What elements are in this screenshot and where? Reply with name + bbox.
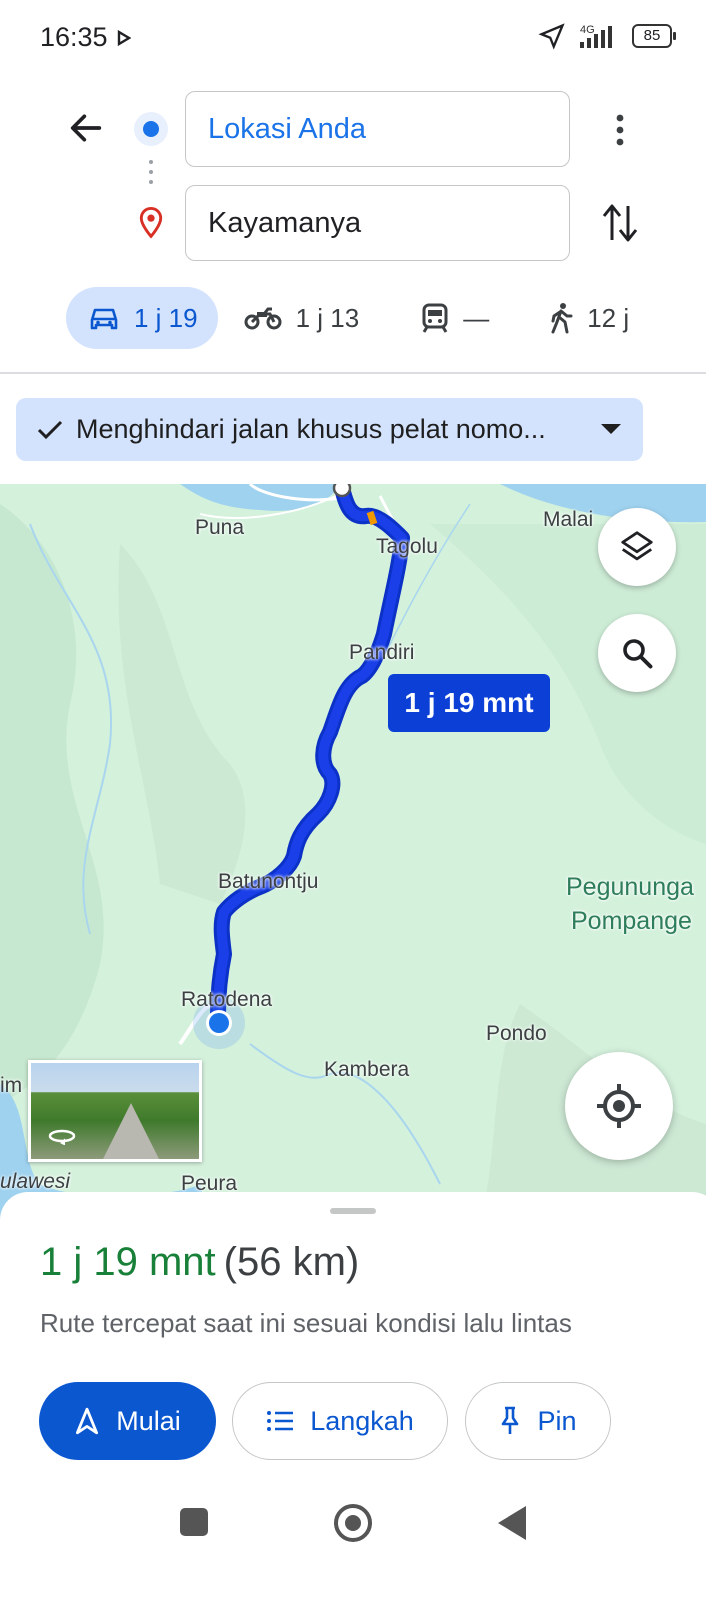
more-options-icon[interactable]: [608, 110, 632, 150]
origin-dot-icon: [134, 112, 168, 146]
street-view-thumbnail[interactable]: [28, 1060, 202, 1162]
list-icon: [267, 1411, 294, 1431]
recent-apps-button[interactable]: [180, 1508, 208, 1536]
mode-motorcycle[interactable]: 1 j 13: [244, 287, 360, 349]
check-icon: [37, 420, 63, 439]
route-distance: (56 km): [223, 1240, 360, 1284]
place-label: Puna: [195, 516, 245, 539]
mode-walk[interactable]: 12 j: [549, 287, 629, 349]
car-icon: [90, 308, 118, 330]
system-back-button[interactable]: [498, 1506, 526, 1540]
my-location-button[interactable]: [565, 1052, 673, 1160]
dropdown-caret-icon: [601, 424, 621, 434]
place-label: Pondo: [486, 1022, 547, 1045]
status-time: 16:35: [40, 22, 108, 52]
sheet-drag-handle[interactable]: [330, 1208, 376, 1214]
origin-field[interactable]: Lokasi Anda: [185, 91, 570, 167]
system-nav-bar: [0, 1490, 720, 1600]
mode-transit-label: —: [463, 302, 490, 333]
home-button[interactable]: [334, 1504, 372, 1542]
header-divider: [0, 372, 706, 374]
search-icon: [623, 639, 653, 669]
place-label: Tagolu: [376, 535, 438, 558]
train-icon: [422, 303, 448, 333]
mode-walk-label: 12 j: [587, 302, 630, 333]
pin-icon: [502, 1406, 519, 1434]
search-along-route-button[interactable]: [598, 614, 676, 692]
place-label: Pandiri: [349, 641, 415, 664]
place-label: Ratodena: [181, 988, 273, 1011]
swap-icon[interactable]: [600, 200, 640, 246]
mode-motorcycle-label: 1 j 13: [295, 302, 360, 333]
route-duration: 1 j 19 mnt: [40, 1240, 216, 1284]
destination-pin-icon: [139, 206, 163, 239]
route-options-chip[interactable]: Menghindari jalan khusus pelat nomo...: [16, 398, 643, 461]
mode-car[interactable]: 1 j 19: [66, 287, 218, 349]
pin-label: Pin: [537, 1405, 577, 1436]
place-label: im: [0, 1074, 23, 1097]
svg-text:4G: 4G: [580, 24, 595, 36]
crosshair-icon: [597, 1084, 641, 1128]
place-label: Kambera: [324, 1058, 410, 1081]
motorcycle-icon: [244, 307, 282, 330]
mountain-label: Pegununga: [566, 873, 694, 901]
street-view-rotate-icon: [48, 1129, 76, 1145]
pin-button[interactable]: Pin: [465, 1382, 611, 1460]
place-label: Batunontju: [218, 870, 319, 893]
start-navigation-button[interactable]: Mulai: [39, 1382, 216, 1460]
map-view[interactable]: Puna Malai Tagolu Pandiri Batunontju Rat…: [0, 484, 706, 1224]
place-label: ulawesi: [0, 1170, 71, 1193]
mode-transit[interactable]: —: [421, 287, 489, 349]
route-options-label: Menghindari jalan khusus pelat nomo...: [76, 414, 546, 444]
route-summary: 1 j 19 mnt (56 km): [40, 1240, 359, 1285]
place-label: Malai: [543, 508, 594, 531]
location-arrow-icon: [538, 23, 565, 50]
navigation-arrow-icon: [76, 1407, 99, 1435]
walking-icon: [551, 303, 573, 334]
status-icons: 4G 85: [538, 22, 676, 50]
layers-button[interactable]: [598, 508, 676, 586]
street-view-road: [101, 1103, 161, 1159]
layers-icon: [621, 531, 653, 561]
mode-car-label: 1 j 19: [134, 302, 198, 333]
start-label: Mulai: [116, 1405, 181, 1436]
back-arrow-icon[interactable]: [66, 108, 106, 148]
mountain-label: Pompange: [571, 907, 692, 935]
status-bar: 16:35 4G 85: [0, 0, 720, 76]
route-eta-badge[interactable]: 1 j 19 mnt: [388, 674, 550, 732]
battery-icon: 85: [632, 24, 676, 48]
media-play-icon: [117, 30, 131, 46]
travel-mode-bar: 1 j 19 1 j 13 — 12 j: [66, 287, 629, 349]
steps-button[interactable]: Langkah: [232, 1382, 448, 1460]
route-note: Rute tercepat saat ini sesuai kondisi la…: [40, 1308, 572, 1338]
destination-field[interactable]: Kayamanya: [185, 185, 570, 261]
steps-label: Langkah: [310, 1405, 414, 1436]
route-connector: [149, 160, 153, 190]
signal-icon: 4G: [580, 24, 612, 48]
